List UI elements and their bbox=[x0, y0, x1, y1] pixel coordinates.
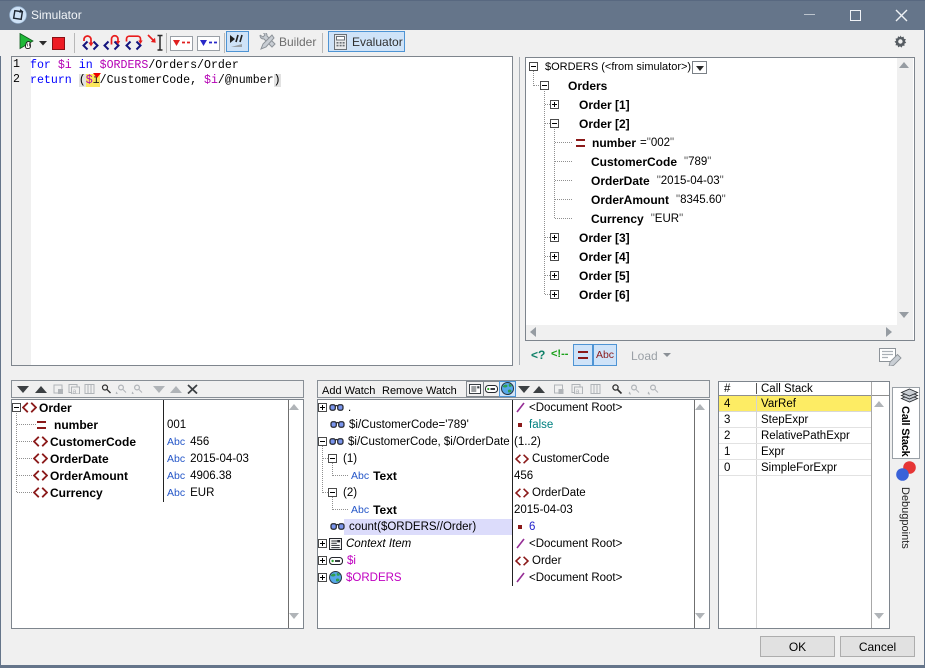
svg-text:a: a bbox=[73, 389, 77, 395]
svg-text:a: a bbox=[576, 389, 580, 395]
